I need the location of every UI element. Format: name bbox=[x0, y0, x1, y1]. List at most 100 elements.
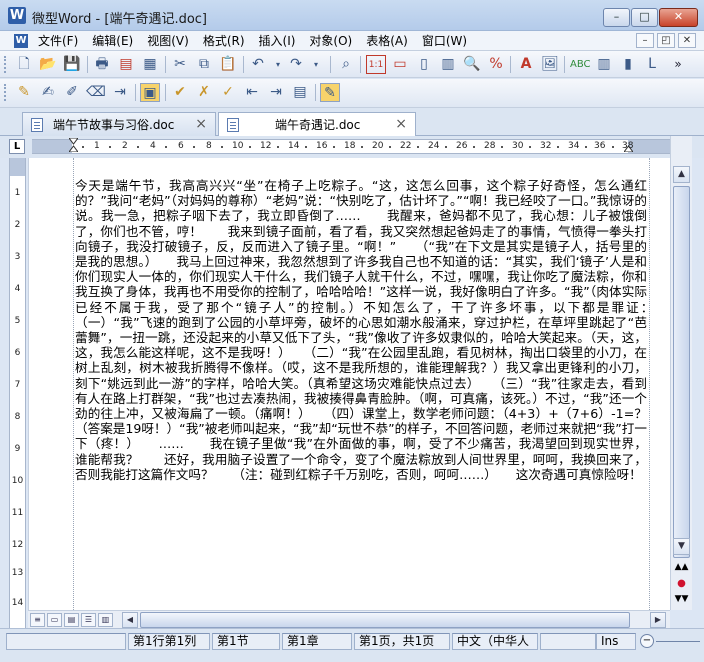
find-binoculars-icon[interactable]: ⌕ bbox=[336, 55, 356, 74]
reading-view-icon[interactable]: ▥ bbox=[98, 613, 113, 627]
save-icon[interactable]: 💾 bbox=[62, 55, 82, 74]
close-button[interactable]: ✕ bbox=[659, 8, 698, 27]
menu-items: 文件(F) 编辑(E) 视图(V) 格式(R) 插入(I) 对象(O) 表格(A… bbox=[38, 33, 481, 49]
horizontal-scrollbar[interactable]: ≡ ▭ ▤ ☰ ▥ ◀ ▶ bbox=[28, 610, 670, 628]
accept-change-icon[interactable]: ✔ bbox=[170, 83, 190, 102]
left-margin-zone bbox=[32, 140, 72, 153]
separator bbox=[165, 56, 166, 73]
word-count-icon[interactable]: ▥ bbox=[594, 55, 614, 74]
menu-object[interactable]: 对象(O) bbox=[309, 33, 352, 49]
zoom-out-icon[interactable]: − bbox=[640, 634, 654, 648]
zoom-track[interactable] bbox=[656, 641, 700, 642]
open-folder-icon[interactable]: 📂 bbox=[38, 55, 58, 74]
cut-icon[interactable]: ✂ bbox=[170, 55, 190, 74]
status-bar: 第1行第1列 第1节 第1章 第1页，共1页 中文（中华人 Ins − bbox=[0, 628, 704, 662]
reviewing-pane-icon[interactable]: ▣ bbox=[140, 83, 160, 102]
status-empty bbox=[6, 633, 126, 650]
whole-page-icon[interactable]: ▯ bbox=[414, 55, 434, 74]
print-icon[interactable]: 🖶 bbox=[92, 55, 112, 74]
tab-close-icon[interactable]: × bbox=[195, 113, 207, 135]
redo-dropdown-icon[interactable]: ▾ bbox=[306, 55, 326, 74]
track-changes-icon[interactable]: ✎ bbox=[14, 83, 34, 102]
maximize-button[interactable]: □ bbox=[631, 8, 658, 27]
zoom-icon[interactable]: 🔍 bbox=[462, 55, 482, 74]
scroll-left-icon[interactable]: ◀ bbox=[122, 612, 138, 628]
print-layout-icon[interactable]: ▤ bbox=[64, 613, 79, 627]
next-comment-icon[interactable]: ⇥ bbox=[110, 83, 130, 102]
horizontal-ruler[interactable]: L 1 2 4 6 8 10 12 14 16 18 20 22 24 26 2… bbox=[0, 136, 704, 158]
toolbar-grip[interactable] bbox=[4, 56, 7, 73]
ruler-number: 9 bbox=[14, 444, 21, 454]
window-title: 微型Word - [端午奇遇记.doc] bbox=[32, 12, 207, 27]
format-painter-icon[interactable]: L bbox=[642, 55, 662, 74]
menu-edit[interactable]: 编辑(E) bbox=[92, 33, 133, 49]
toolbar-overflow-icon[interactable]: » bbox=[668, 55, 688, 74]
tab-dragon-boat-adventure[interactable]: 端午奇遇记.doc × bbox=[218, 112, 416, 137]
menu-table[interactable]: 表格(A) bbox=[366, 33, 408, 49]
document-page[interactable]: 今天是端午节，我高高兴兴“坐”在椅子上吃粽子。“这，这怎么回事，这个粽子好奇怪，… bbox=[28, 158, 670, 628]
status-insert-mode[interactable]: Ins bbox=[596, 633, 636, 650]
page-width-icon[interactable]: ▭ bbox=[390, 55, 410, 74]
previous-change-icon[interactable]: ⇤ bbox=[242, 83, 262, 102]
copy-icon[interactable]: ⧉ bbox=[194, 55, 214, 74]
first-line-indent-marker[interactable] bbox=[69, 138, 78, 152]
tab-dragon-boat-customs[interactable]: 端午节故事与习俗.doc × bbox=[22, 112, 216, 136]
highlight-icon[interactable]: ▤ bbox=[290, 83, 310, 102]
menu-insert[interactable]: 插入(I) bbox=[259, 33, 296, 49]
outline-view-icon[interactable]: ☰ bbox=[81, 613, 96, 627]
word-app-icon[interactable]: W bbox=[8, 7, 26, 24]
redo-icon[interactable]: ↷ bbox=[286, 55, 306, 74]
ruler-number: 2 bbox=[14, 220, 21, 230]
page-view-icon[interactable]: 1:1 bbox=[366, 55, 386, 74]
menu-format[interactable]: 格式(R) bbox=[203, 33, 245, 49]
next-change-icon[interactable]: ⇥ bbox=[266, 83, 286, 102]
zoom-slider[interactable]: − bbox=[640, 633, 700, 650]
minimize-button[interactable]: – bbox=[603, 8, 630, 27]
edit-comment-icon[interactable]: ✐ bbox=[62, 83, 82, 102]
columns-icon[interactable]: ▮ bbox=[618, 55, 638, 74]
insert-image-icon[interactable]: 🖼 bbox=[540, 55, 560, 74]
delete-comment-icon[interactable]: ⌫ bbox=[86, 83, 106, 102]
doc-close-button[interactable]: ✕ bbox=[678, 33, 696, 48]
horizontal-scroll-thumb[interactable] bbox=[140, 612, 630, 628]
normal-view-icon[interactable]: ≡ bbox=[30, 613, 45, 627]
toolbar-grip[interactable] bbox=[4, 84, 7, 101]
two-pages-icon[interactable]: ▥ bbox=[438, 55, 458, 74]
doc-minimize-button[interactable]: – bbox=[636, 33, 654, 48]
vertical-ruler[interactable]: 1 2 3 4 5 6 7 8 9 10 11 12 13 14 bbox=[9, 158, 26, 628]
paste-icon[interactable]: 📋 bbox=[218, 55, 238, 74]
pdf-export-icon[interactable]: ▤ bbox=[116, 55, 136, 74]
markup-toggle-icon[interactable]: ✎ bbox=[320, 83, 340, 102]
scroll-down-icon[interactable]: ▼ bbox=[673, 538, 690, 555]
vertical-scrollbar[interactable]: ▲ ▼ ▲▲ ● ▼▼ bbox=[670, 136, 692, 610]
menu-file[interactable]: 文件(F) bbox=[38, 33, 78, 49]
insert-comment-icon[interactable]: ✍ bbox=[38, 83, 58, 102]
spell-check-icon[interactable]: ABC bbox=[570, 55, 591, 74]
scroll-right-icon[interactable]: ▶ bbox=[650, 612, 666, 628]
tab-close-icon[interactable]: × bbox=[395, 113, 407, 135]
document-icon[interactable]: W bbox=[14, 34, 28, 48]
status-language[interactable]: 中文（中华人 bbox=[452, 633, 538, 650]
doc-restore-button[interactable]: ◰ bbox=[657, 33, 675, 48]
font-color-icon[interactable]: A bbox=[516, 55, 536, 74]
undo-icon[interactable]: ↶ bbox=[248, 55, 268, 74]
ruler-number: 32 bbox=[540, 141, 552, 151]
separator bbox=[87, 56, 88, 73]
scroll-thumb[interactable] bbox=[673, 186, 690, 558]
browse-object-icon[interactable]: ● bbox=[673, 576, 690, 591]
scroll-up-icon[interactable]: ▲ bbox=[673, 166, 690, 183]
document-body-text[interactable]: 今天是端午节，我高高兴兴“坐”在椅子上吃粽子。“这，这怎么回事，这个粽子好奇怪，… bbox=[75, 178, 670, 482]
previous-page-icon[interactable]: ▲▲ bbox=[673, 560, 690, 575]
separator bbox=[165, 84, 166, 101]
accept-all-icon[interactable]: ✓ bbox=[218, 83, 238, 102]
undo-dropdown-icon[interactable]: ▾ bbox=[268, 55, 288, 74]
print-preview-icon[interactable]: ▦ bbox=[140, 55, 160, 74]
reject-change-icon[interactable]: ✗ bbox=[194, 83, 214, 102]
tab-stop-selector[interactable]: L bbox=[9, 139, 25, 154]
menu-window[interactable]: 窗口(W) bbox=[422, 33, 467, 49]
next-page-icon[interactable]: ▼▼ bbox=[673, 592, 690, 607]
menu-view[interactable]: 视图(V) bbox=[147, 33, 189, 49]
new-document-icon[interactable]: 🗋 bbox=[14, 55, 34, 74]
zoom-percent-icon[interactable]: % bbox=[486, 55, 506, 74]
web-layout-icon[interactable]: ▭ bbox=[47, 613, 62, 627]
